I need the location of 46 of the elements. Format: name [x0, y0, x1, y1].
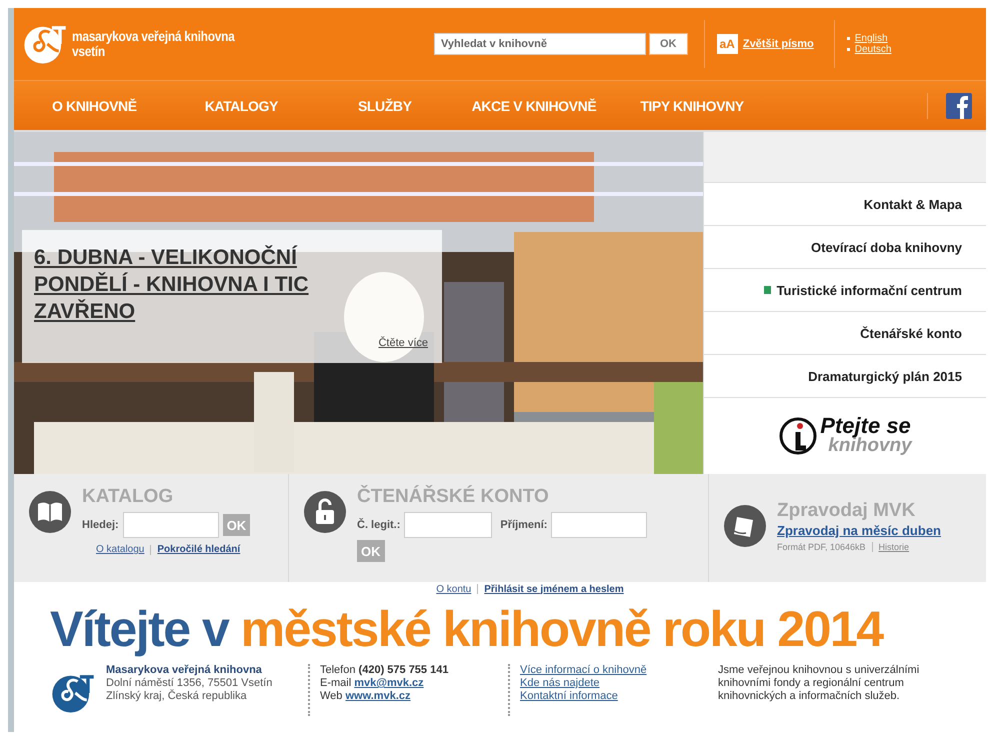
- news-headline-link[interactable]: 6. DUBNA - VELIKONOČNÍ PONDĚLÍ - KNIHOVNA I TIC ZAVŘENO: [34, 244, 364, 325]
- account-field[interactable]: [551, 512, 648, 538]
- contact-label: Telefon: [320, 664, 356, 676]
- book-icon: [28, 490, 72, 534]
- search-label: Hledej:: [82, 519, 119, 531]
- side-menu-link[interactable]: Kontakt & Mapa: [704, 183, 986, 226]
- contact-link[interactable]: mvk@mvk.cz: [354, 677, 424, 689]
- file-info: Formát PDF, 10646kB: [777, 542, 866, 552]
- side-menu-label: Turistické informační centrum: [776, 282, 962, 298]
- side-menu-link[interactable]: Čtenářské konto: [704, 312, 986, 355]
- account-field[interactable]: [404, 512, 492, 538]
- read-more-link[interactable]: Čtěte více: [378, 337, 428, 349]
- search-button[interactable]: OK: [649, 33, 688, 55]
- newsletter-title: Zpravodaj MVK: [777, 500, 916, 522]
- welcome-heading: Vítejte v městské knihovně roku 2014: [50, 600, 884, 658]
- account-link[interactable]: O kontu: [436, 584, 472, 594]
- info-link[interactable]: Kde nás najdete: [520, 677, 690, 690]
- library-name: Masarykova veřejná knihovna: [106, 664, 263, 677]
- newsletter-icon: [723, 504, 767, 548]
- address-line: Zlínský kraj, Česká republika: [106, 690, 248, 703]
- padlock-icon: [303, 490, 347, 534]
- newsletter-link[interactable]: Zpravodaj na měsíc duben: [777, 523, 941, 538]
- account-title: ČTENÁŘSKÉ KONTO: [357, 486, 550, 508]
- contact-label: E-mail: [320, 677, 352, 689]
- account-field-label: Příjmení:: [500, 519, 548, 531]
- account-link[interactable]: Přihlásit se jménem a heslem: [484, 584, 624, 594]
- account-field-label: Č. legit.:: [357, 519, 400, 531]
- address-line: Dolní náměstí 1356, 75501 Vsetín: [106, 677, 272, 689]
- side-menu-item[interactable]: Turistické informační centrum: [704, 269, 986, 312]
- bullet-icon: [846, 48, 850, 51]
- contact-link[interactable]: www.mvk.cz: [345, 690, 410, 702]
- library-description: Jsme veřejnou knihovnou s univerzálními knihovními fondy a regionální centrum knihovnických a informačních služeb.: [718, 664, 920, 704]
- catalog-title: KATALOG: [82, 486, 174, 508]
- ask-librarian-logo[interactable]: Ptejte se knihovny: [704, 398, 986, 474]
- search-field[interactable]: Vyhledat v knihovně: [434, 33, 646, 55]
- bullet-icon: [846, 37, 850, 40]
- info-link[interactable]: Kontaktní informace: [520, 690, 690, 703]
- catalog-link[interactable]: Pokročilé hledání: [157, 544, 240, 555]
- side-menu-link[interactable]: Dramaturgický plán 2015: [704, 355, 986, 398]
- contact-label: Web: [320, 690, 342, 702]
- facebook-icon[interactable]: [927, 92, 972, 118]
- phone-number: (420) 575 755 141: [358, 664, 448, 676]
- catalog-search-field[interactable]: [122, 512, 219, 538]
- side-menu-link[interactable]: Otevírací doba knihovny: [704, 226, 986, 269]
- info-link[interactable]: Více informací o knihovně: [520, 664, 690, 677]
- catalog-link[interactable]: O katalogu: [96, 544, 144, 555]
